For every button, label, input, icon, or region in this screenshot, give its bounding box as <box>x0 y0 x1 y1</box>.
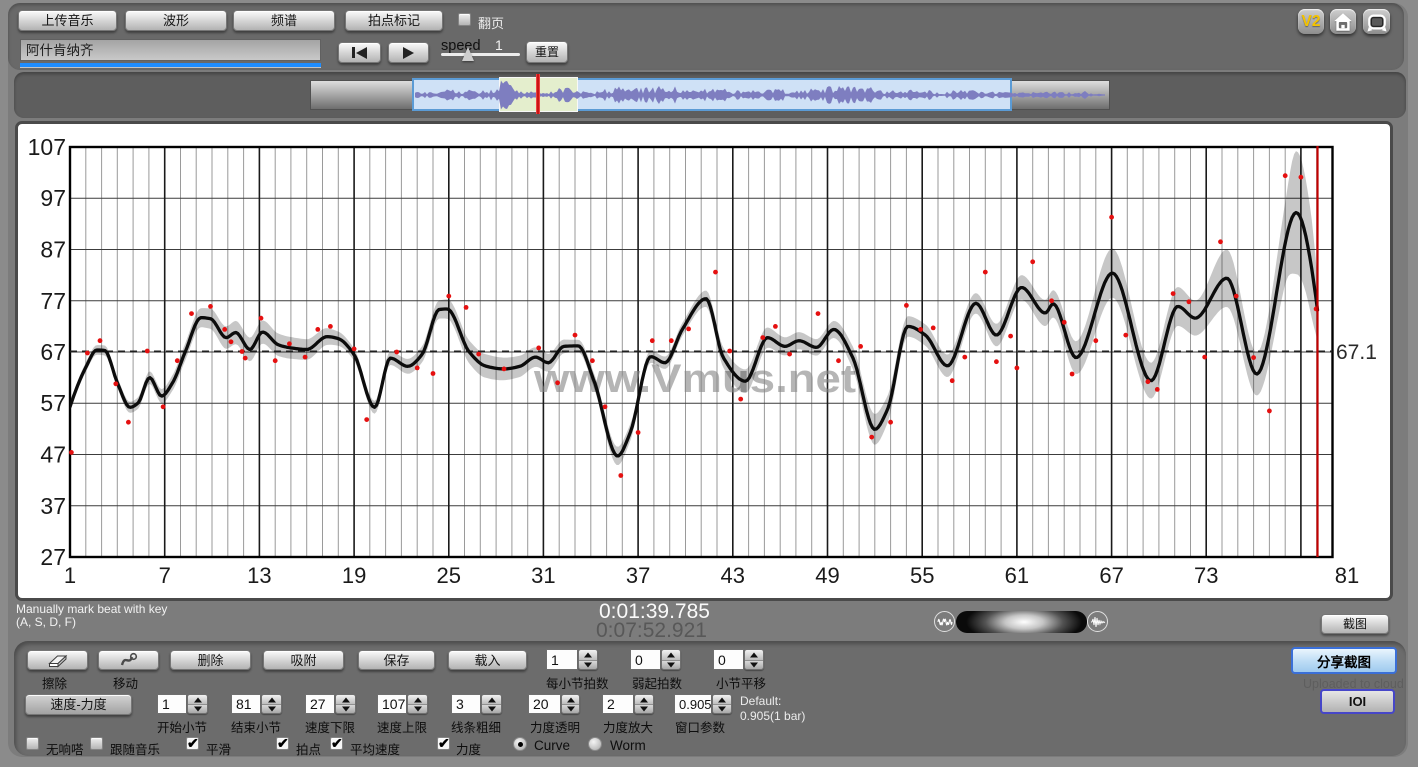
svg-text:47: 47 <box>40 442 66 468</box>
svg-text:27: 27 <box>40 544 66 570</box>
svg-text:31: 31 <box>531 563 555 588</box>
svg-text:67: 67 <box>40 339 66 365</box>
svg-text:43: 43 <box>721 563 745 588</box>
svg-text:1: 1 <box>64 563 76 588</box>
svg-text:97: 97 <box>40 185 66 211</box>
svg-text:www.Vmus.net: www.Vmus.net <box>533 357 856 401</box>
svg-text:19: 19 <box>342 563 366 588</box>
svg-text:55: 55 <box>910 563 934 588</box>
svg-text:81: 81 <box>1335 563 1359 588</box>
svg-text:25: 25 <box>437 563 461 588</box>
svg-text:67: 67 <box>1099 563 1123 588</box>
svg-text:107: 107 <box>28 134 66 160</box>
svg-text:77: 77 <box>40 288 66 314</box>
svg-text:37: 37 <box>40 493 66 519</box>
svg-text:13: 13 <box>247 563 271 588</box>
svg-text:61: 61 <box>1005 563 1029 588</box>
svg-text:7: 7 <box>159 563 171 588</box>
svg-text:67.1: 67.1 <box>1336 341 1377 364</box>
svg-text:37: 37 <box>626 563 650 588</box>
svg-text:49: 49 <box>815 563 839 588</box>
svg-text:57: 57 <box>40 390 66 416</box>
svg-text:73: 73 <box>1194 563 1218 588</box>
svg-text:87: 87 <box>40 237 66 263</box>
